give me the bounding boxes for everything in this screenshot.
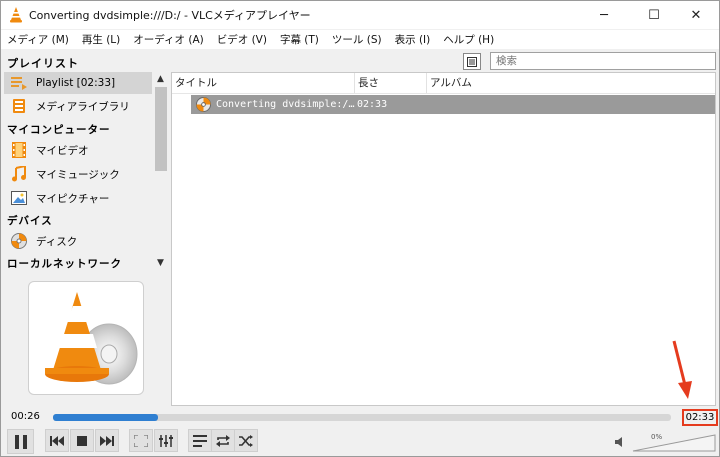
window-title: Converting dvdsimple:///D:/ - VLCメディアプレイ…: [29, 9, 311, 22]
menu-playback[interactable]: 再生 (L): [82, 32, 120, 47]
library-icon: [10, 97, 28, 115]
toggle-playlist-button[interactable]: [188, 429, 212, 452]
disc-icon: [10, 232, 28, 250]
sidebar-scrollbar[interactable]: ▲ ▼: [153, 72, 168, 272]
sidebar-heading-local-network: ローカルネットワーク: [7, 258, 122, 270]
playlist-icon: [10, 74, 28, 92]
sidebar-item-label: メディアライブラリ: [36, 100, 130, 113]
total-time[interactable]: 02:33: [682, 409, 718, 426]
scroll-thumb[interactable]: [155, 87, 167, 171]
sidebar-item-disc[interactable]: ディスク: [4, 230, 152, 252]
annotation-arrow: [672, 340, 692, 399]
vlc-cone-disc-art: [45, 292, 138, 385]
sidebar: Playlist [02:33] メディアライブラリ マイコンピューター マイビ…: [4, 72, 169, 406]
sidebar-item-playlist[interactable]: Playlist [02:33]: [4, 72, 152, 94]
album-art: [28, 281, 144, 395]
title-bar: Converting dvdsimple:///D:/ - VLCメディアプレイ…: [1, 1, 719, 29]
disc-icon: [196, 97, 211, 112]
playlist-heading: プレイリスト: [7, 57, 79, 70]
shuffle-button[interactable]: [234, 429, 258, 452]
playlist-toggle-icon: [193, 434, 207, 447]
sidebar-heading-my-computer: マイコンピューター: [7, 124, 111, 136]
playlist-header: プレイリスト: [1, 51, 719, 72]
fullscreen-icon: [134, 434, 148, 447]
sidebar-item-label: Playlist [02:33]: [36, 77, 116, 89]
volume-slider[interactable]: 0%: [631, 433, 717, 453]
sidebar-tree: Playlist [02:33] メディアライブラリ マイコンピューター マイビ…: [4, 72, 152, 272]
search-input[interactable]: [490, 52, 716, 70]
controls-bar: 0%: [1, 429, 719, 456]
menu-video[interactable]: ビデオ (V): [217, 32, 267, 47]
vlc-window: Converting dvdsimple:///D:/ - VLCメディアプレイ…: [0, 0, 720, 457]
sidebar-item-label: マイミュージック: [36, 168, 120, 181]
sidebar-item-my-pictures[interactable]: マイピクチャー: [4, 187, 152, 209]
seek-bar-area: 00:26 02:33: [1, 407, 719, 427]
sidebar-item-my-videos[interactable]: マイビデオ: [4, 139, 152, 161]
menu-audio[interactable]: オーディオ (A): [133, 32, 203, 47]
sidebar-item-label: マイビデオ: [36, 144, 89, 157]
menu-help[interactable]: ヘルプ (H): [443, 32, 494, 47]
maximize-button[interactable]: ☐: [631, 1, 677, 29]
sidebar-heading-devices: デバイス: [7, 215, 53, 227]
fullscreen-button[interactable]: [129, 429, 153, 452]
next-button[interactable]: [95, 429, 119, 452]
stop-button[interactable]: [70, 429, 94, 452]
view-mode-button[interactable]: [463, 53, 481, 70]
scroll-down-arrow[interactable]: ▼: [153, 256, 168, 270]
vlc-cone-icon: [10, 7, 22, 23]
menu-subtitle[interactable]: 字幕 (T): [280, 32, 319, 47]
table-row[interactable]: Converting dvdsimple:/… 02:33: [191, 95, 715, 114]
next-icon: [100, 435, 114, 446]
equalizer-icon: [159, 434, 173, 447]
row-title: Converting dvdsimple:/…: [216, 99, 355, 110]
close-button[interactable]: ✕: [673, 1, 719, 29]
music-note-icon: [10, 165, 28, 183]
volume-percent: 0%: [651, 433, 663, 441]
picture-icon: [10, 189, 28, 207]
menu-tools[interactable]: ツール (S): [332, 32, 382, 47]
speaker-icon[interactable]: [615, 437, 625, 447]
playlist-view-icon: [467, 56, 477, 67]
sidebar-item-label: ディスク: [36, 235, 78, 248]
menu-media[interactable]: メディア (M): [7, 32, 69, 47]
previous-button[interactable]: [45, 429, 69, 452]
stop-icon: [77, 435, 87, 446]
playlist-table: タイトル 長さ アルバム Converting dvdsimple:/… 02:…: [171, 72, 716, 406]
extended-settings-button[interactable]: [154, 429, 178, 452]
sidebar-item-label: マイピクチャー: [36, 192, 110, 205]
minimize-button[interactable]: ─: [581, 1, 627, 29]
column-header-title[interactable]: タイトル: [172, 73, 355, 93]
seek-progress: [53, 414, 159, 421]
seek-slider[interactable]: [53, 414, 671, 421]
loop-button[interactable]: [211, 429, 235, 452]
column-header-album[interactable]: アルバム: [427, 73, 715, 93]
scroll-up-arrow[interactable]: ▲: [153, 72, 168, 86]
elapsed-time: 00:26: [11, 411, 40, 422]
pause-icon: [14, 434, 27, 449]
loop-icon: [216, 434, 230, 447]
pause-button[interactable]: [7, 429, 34, 454]
menu-bar: メディア (M) 再生 (L) オーディオ (A) ビデオ (V) 字幕 (T)…: [1, 30, 719, 49]
film-icon: [10, 141, 28, 159]
volume-triangle: [632, 434, 716, 452]
row-length: 02:33: [357, 99, 388, 110]
sidebar-item-media-library[interactable]: メディアライブラリ: [4, 95, 152, 117]
sidebar-item-my-music[interactable]: マイミュージック: [4, 163, 152, 185]
column-header-length[interactable]: 長さ: [355, 73, 427, 93]
header-divider: [172, 93, 715, 94]
menu-view[interactable]: 表示 (I): [395, 32, 431, 47]
shuffle-icon: [239, 434, 253, 447]
previous-icon: [50, 435, 64, 446]
